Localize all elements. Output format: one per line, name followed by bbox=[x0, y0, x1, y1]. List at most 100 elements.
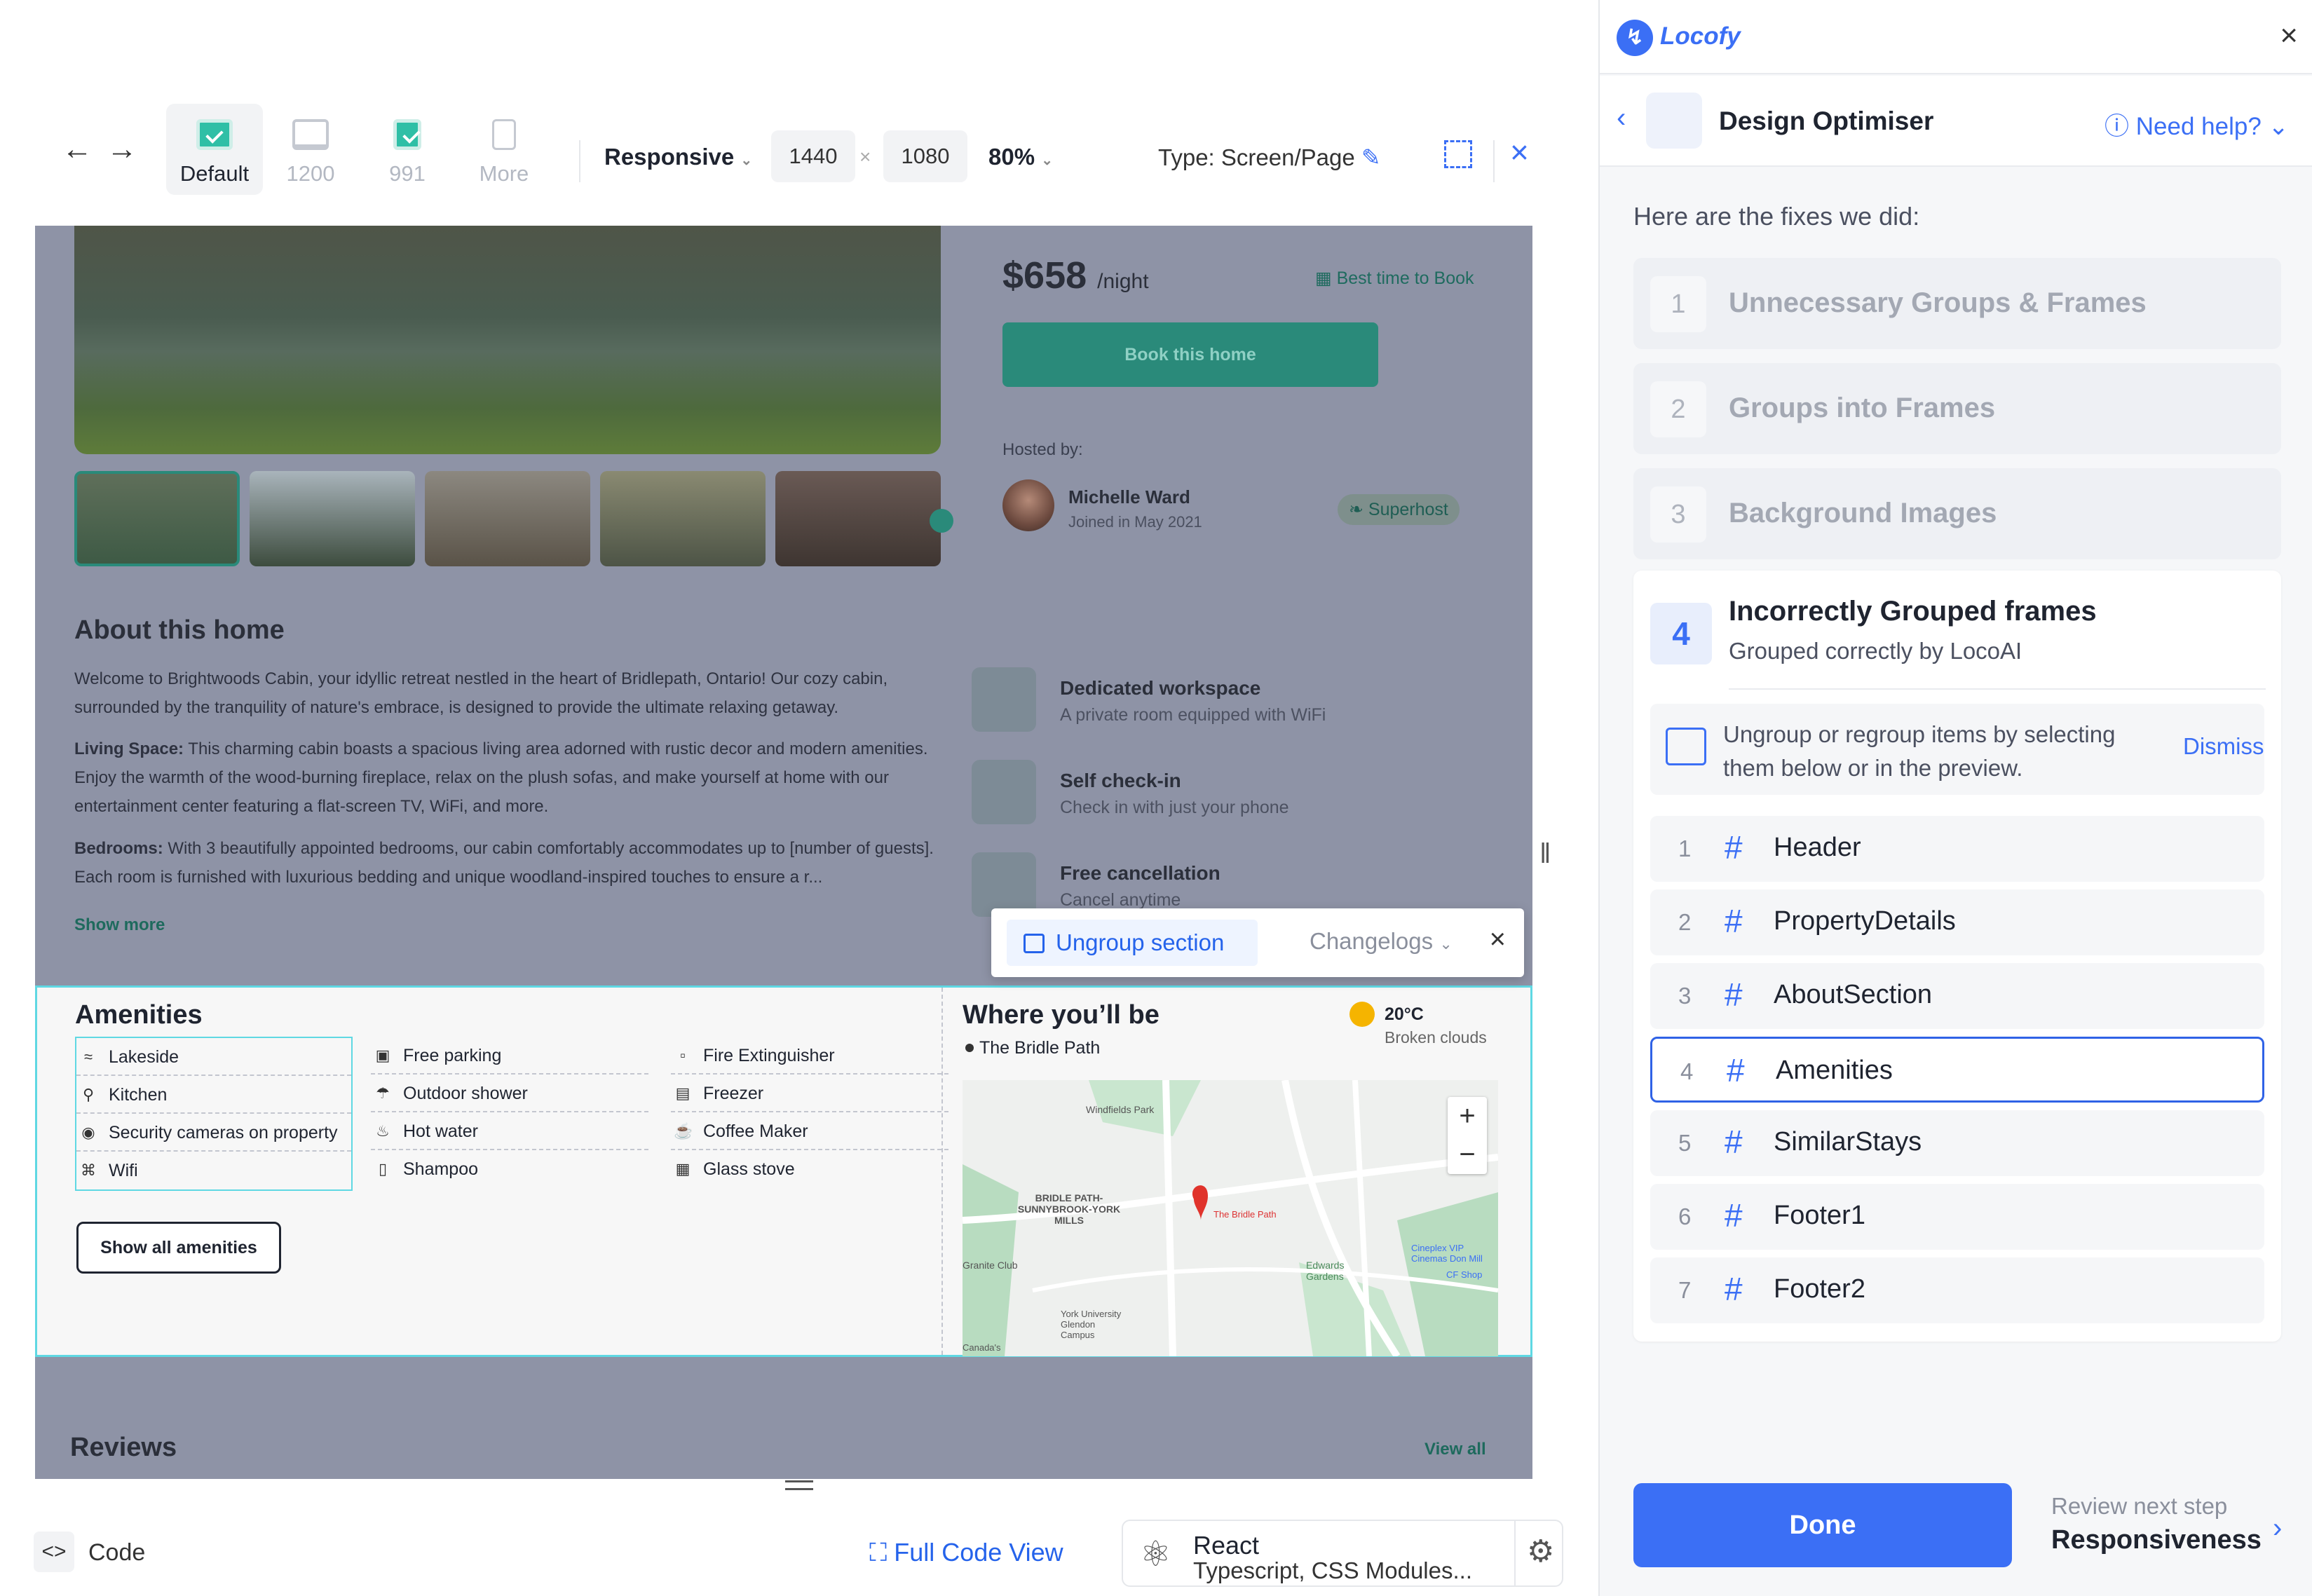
map-label: Edwards Gardens bbox=[1306, 1260, 1345, 1282]
gallery-thumbnail-360[interactable] bbox=[775, 471, 941, 566]
chevron-left-icon[interactable]: ‹ bbox=[1617, 102, 1626, 134]
type-field: Type: Screen/Page ✎ bbox=[1158, 144, 1381, 171]
ungroup-label: Ungroup section bbox=[1056, 929, 1225, 955]
frame-hash-icon: # bbox=[1725, 1124, 1743, 1160]
step-number: 2 bbox=[1650, 381, 1706, 437]
gear-icon[interactable]: ⚙ bbox=[1527, 1534, 1554, 1569]
waves-icon: ≈ bbox=[83, 1048, 93, 1065]
help-label: Need help? bbox=[2135, 113, 2262, 140]
map-label: Granite Club bbox=[963, 1260, 1018, 1271]
fix-step[interactable]: 3 Background Images bbox=[1633, 468, 2281, 559]
breakpoint-more[interactable]: More bbox=[456, 104, 552, 195]
frame-item[interactable]: 6 # Footer1 bbox=[1650, 1184, 2264, 1250]
map[interactable]: Windfields Park BRIDLE PATH-SUNNYBROOK-Y… bbox=[963, 1080, 1498, 1356]
shower-icon: ☂ bbox=[376, 1084, 390, 1102]
code-icon[interactable]: <> bbox=[34, 1532, 74, 1572]
amenities-section[interactable]: Amenities ≈ Lakeside ⚲ Kitchen ◉ Security c… bbox=[35, 985, 1532, 1357]
breakpoint-1200[interactable]: 1200 bbox=[262, 104, 359, 195]
next-step-label[interactable]: Review next step bbox=[2051, 1493, 2227, 1520]
frame-item[interactable]: 5 # SimilarStays bbox=[1650, 1110, 2264, 1176]
close-panel-icon[interactable]: × bbox=[2280, 18, 2298, 53]
zoom-dropdown[interactable]: 80% ⌄ bbox=[988, 144, 1053, 170]
gallery-thumbnail[interactable] bbox=[600, 471, 766, 566]
breakpoint-default[interactable]: Default bbox=[166, 104, 263, 195]
show-more-link[interactable]: Show more bbox=[74, 915, 165, 935]
feature-sub: A private room equipped with WiFi bbox=[1060, 705, 1326, 725]
done-button[interactable]: Done bbox=[1633, 1483, 2012, 1567]
fix-step[interactable]: 2 Groups into Frames bbox=[1633, 363, 2281, 454]
chevron-right-icon[interactable]: › bbox=[2273, 1513, 2282, 1544]
frame-item[interactable]: 7 # Footer2 bbox=[1650, 1257, 2264, 1323]
amenities-column[interactable]: ▣ Free parking ☂ Outdoor shower ♨ Hot water… bbox=[371, 1037, 648, 1188]
arrow-right-icon[interactable]: → bbox=[107, 132, 137, 167]
responsive-dropdown[interactable]: Responsive ⌄ bbox=[604, 144, 752, 170]
gallery-thumbnail[interactable] bbox=[250, 471, 415, 566]
gallery-thumbnail[interactable] bbox=[74, 471, 240, 566]
map-label: CF Shop bbox=[1446, 1269, 1483, 1280]
price-value: $658 bbox=[1002, 254, 1087, 296]
amenity-item: ▫ Fire Extinguisher bbox=[671, 1037, 948, 1075]
full-code-view-button[interactable]: ⛶ Full Code View bbox=[869, 1538, 1063, 1568]
map-label: The Bridle Path bbox=[1213, 1209, 1277, 1220]
book-home-button[interactable]: Book this home bbox=[1002, 322, 1378, 387]
changelogs-label: Changelogs bbox=[1310, 928, 1434, 954]
need-help-button[interactable]: ⓘ Need help? ⌄ bbox=[2104, 107, 2289, 142]
frame-hash-icon: # bbox=[1725, 829, 1743, 866]
about-paragraph: Living Space: This charming cabin boasts… bbox=[74, 735, 965, 821]
frame-item[interactable]: 3 # AboutSection bbox=[1650, 963, 2264, 1029]
height-input[interactable]: 1080 bbox=[883, 130, 967, 182]
zoom-out-icon[interactable]: − bbox=[1448, 1135, 1487, 1174]
amenities-column[interactable]: ≈ Lakeside ⚲ Kitchen ◉ Security cameras on … bbox=[75, 1037, 353, 1191]
changelogs-dropdown[interactable]: Changelogs ⌄ bbox=[1310, 928, 1453, 955]
type-value: Screen/Page bbox=[1220, 144, 1355, 170]
brand-name: Locofy bbox=[1660, 22, 1741, 50]
active-step-card: 4 Incorrectly Grouped frames Grouped cor… bbox=[1633, 571, 2281, 1342]
preview-canvas[interactable]: $658 /night ▦ Best time to Book Book thi… bbox=[35, 226, 1532, 1479]
ungroup-section-button[interactable]: Ungroup section bbox=[1007, 920, 1258, 966]
calendar-cancel-icon bbox=[972, 852, 1036, 917]
frame-item-selected[interactable]: 4 # Amenities bbox=[1650, 1037, 2264, 1103]
amenity-item: ≈ Lakeside bbox=[76, 1038, 351, 1076]
next-step-name[interactable]: Responsiveness bbox=[2051, 1525, 2262, 1555]
code-label[interactable]: Code bbox=[88, 1539, 145, 1567]
frame-name: SimilarStays bbox=[1774, 1127, 1922, 1157]
amenity-label: Kitchen bbox=[109, 1085, 168, 1105]
more-devices-icon bbox=[492, 119, 516, 150]
weather-desc: Broken clouds bbox=[1385, 1028, 1487, 1046]
ungroup-icon bbox=[1024, 934, 1045, 953]
frame-item[interactable]: 1 # Header bbox=[1650, 816, 2264, 882]
living-text: This charming cabin boasts a spacious li… bbox=[74, 739, 928, 816]
dismiss-button[interactable]: Dismiss bbox=[2183, 733, 2264, 760]
hero-image[interactable] bbox=[74, 226, 941, 454]
resize-handle-icon[interactable]: ‖ bbox=[1539, 838, 1551, 870]
close-icon[interactable]: × bbox=[1490, 924, 1506, 955]
design-optimiser-icon bbox=[1646, 93, 1702, 149]
chevron-down-icon: ⌄ bbox=[1439, 935, 1453, 953]
location-text: The Bridle Path bbox=[979, 1038, 1101, 1058]
step-number: 4 bbox=[1650, 603, 1712, 664]
view-all-link[interactable]: View all bbox=[1424, 1440, 1486, 1459]
feature-title: Free cancellation bbox=[1060, 862, 1220, 884]
host-joined: Joined in May 2021 bbox=[1068, 513, 1202, 531]
best-time-link[interactable]: ▦ Best time to Book bbox=[1315, 268, 1474, 289]
map-label: Windfields Park bbox=[1086, 1104, 1155, 1115]
show-all-amenities-button[interactable]: Show all amenities bbox=[76, 1222, 281, 1274]
gallery-thumbnail[interactable] bbox=[425, 471, 590, 566]
freezer-icon: ▤ bbox=[675, 1084, 691, 1102]
drag-handle-icon[interactable] bbox=[785, 1480, 813, 1490]
width-input[interactable]: 1440 bbox=[771, 130, 855, 182]
fix-step[interactable]: 1 Unnecessary Groups & Frames bbox=[1633, 258, 2281, 349]
framework-selector[interactable]: ⚛ React Typescript, CSS Modules... ⚙ bbox=[1122, 1520, 1563, 1587]
zoom-in-icon[interactable]: + bbox=[1448, 1097, 1487, 1135]
preview-toolbar: ← → Default 1200 991 More Responsive ⌄ 1… bbox=[0, 91, 1570, 231]
close-preview-icon[interactable]: × bbox=[1510, 133, 1529, 171]
fullscreen-icon[interactable] bbox=[1444, 140, 1472, 168]
pencil-icon[interactable]: ✎ bbox=[1361, 144, 1381, 170]
amenities-column[interactable]: ▫ Fire Extinguisher ▤ Freezer ☕ Coffee Make… bbox=[671, 1037, 948, 1188]
best-time-label: Best time to Book bbox=[1336, 268, 1474, 288]
chevron-right-icon[interactable] bbox=[930, 509, 953, 533]
frame-item[interactable]: 2 # PropertyDetails bbox=[1650, 889, 2264, 955]
breakpoint-991[interactable]: 991 bbox=[359, 104, 456, 195]
bottom-bar: <> Code ⛶ Full Code View ⚛ React Typescr… bbox=[0, 1507, 1570, 1596]
arrow-left-icon[interactable]: ← bbox=[62, 132, 93, 167]
